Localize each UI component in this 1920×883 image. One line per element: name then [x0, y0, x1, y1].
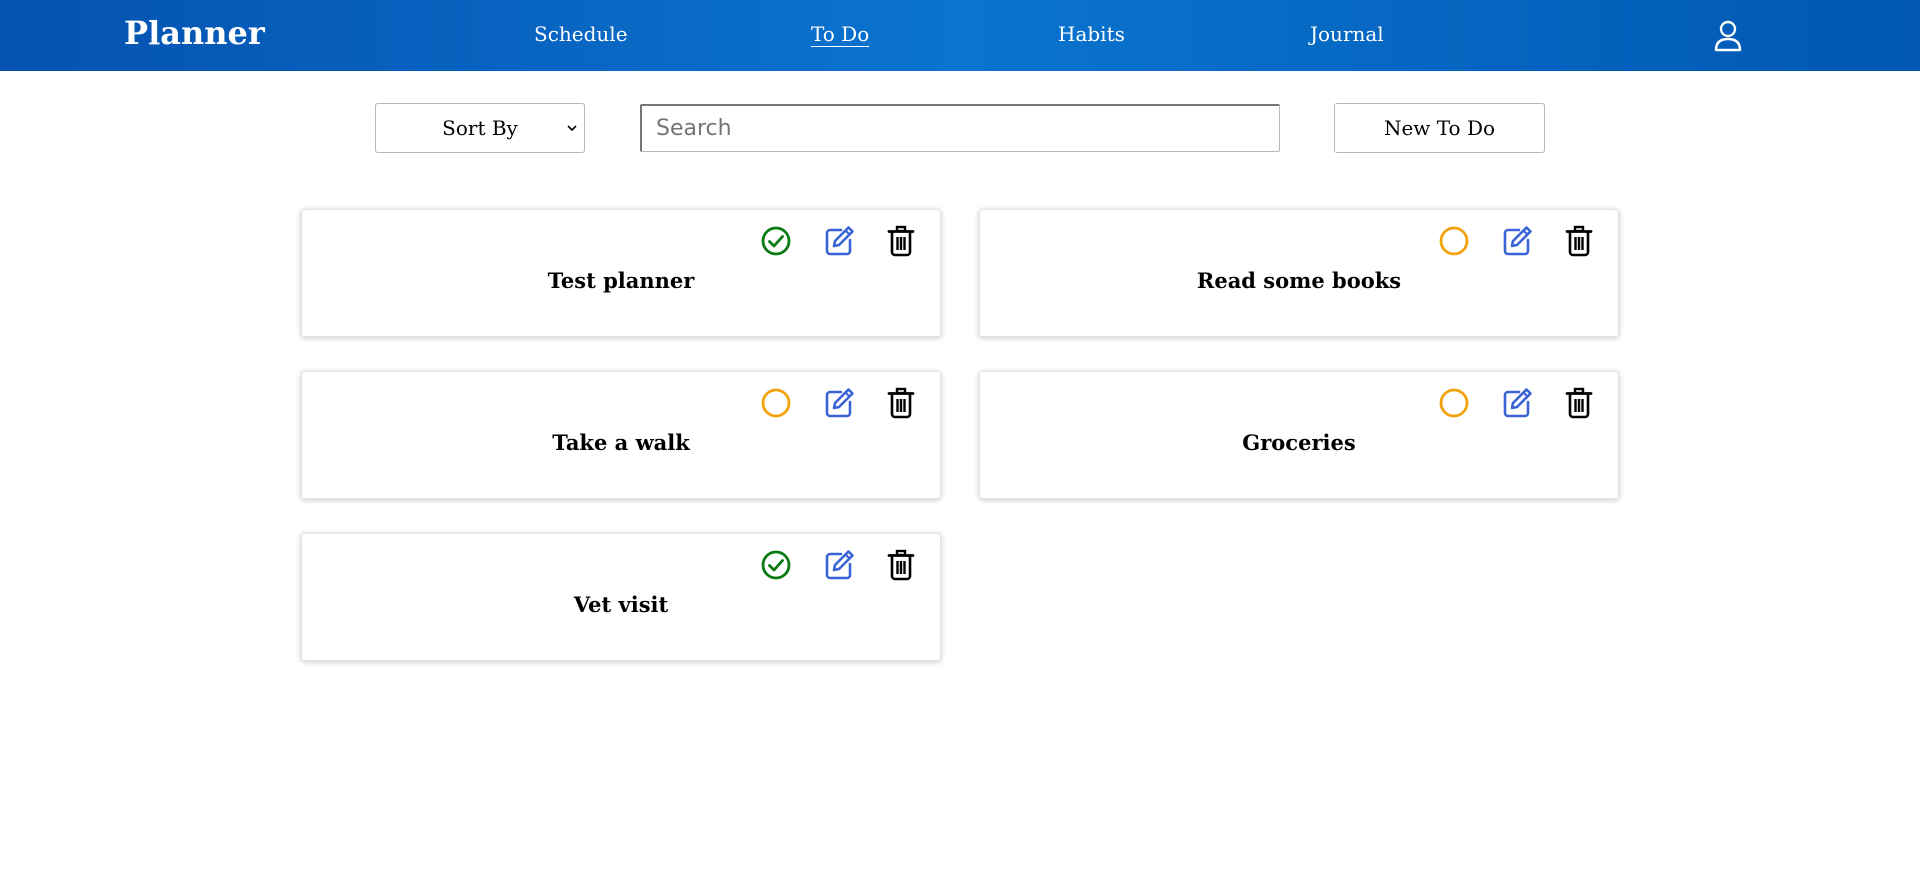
search-input[interactable] — [640, 104, 1280, 152]
nav-todo[interactable]: To Do — [811, 22, 869, 46]
top-navbar: Planner Schedule To Do Habits Journal — [0, 0, 1920, 71]
trash-icon[interactable] — [884, 386, 918, 420]
todo-card[interactable]: Test planner — [301, 209, 941, 337]
todo-card[interactable]: Vet visit — [301, 533, 941, 661]
chevron-down-icon — [567, 125, 577, 132]
todo-card[interactable]: Read some books — [979, 209, 1619, 337]
circle-icon[interactable] — [759, 386, 793, 420]
trash-icon[interactable] — [884, 548, 918, 582]
new-todo-button[interactable]: New To Do — [1334, 103, 1545, 153]
nav-habits[interactable]: Habits — [1058, 22, 1125, 46]
todo-title: Test planner — [547, 268, 695, 293]
check-circle-icon[interactable] — [759, 224, 793, 258]
check-circle-icon[interactable] — [759, 548, 793, 582]
edit-icon[interactable] — [822, 548, 856, 582]
trash-icon[interactable] — [1562, 386, 1596, 420]
todo-title: Groceries — [1242, 430, 1356, 455]
todo-title: Vet visit — [573, 592, 669, 617]
todo-title: Read some books — [1196, 268, 1402, 293]
app-title[interactable]: Planner — [124, 14, 265, 52]
sort-select[interactable]: Sort By — [375, 103, 585, 153]
edit-icon[interactable] — [1500, 224, 1534, 258]
edit-icon[interactable] — [822, 386, 856, 420]
todo-card[interactable]: Groceries — [979, 371, 1619, 499]
nav-journal[interactable]: Journal — [1310, 22, 1384, 46]
todo-card[interactable]: Take a walk — [301, 371, 941, 499]
circle-icon[interactable] — [1437, 224, 1471, 258]
sort-select-label: Sort By — [442, 116, 518, 140]
user-icon[interactable] — [1713, 20, 1743, 52]
circle-icon[interactable] — [1437, 386, 1471, 420]
todo-title: Take a walk — [552, 430, 690, 455]
nav-schedule[interactable]: Schedule — [534, 22, 628, 46]
trash-icon[interactable] — [1562, 224, 1596, 258]
edit-icon[interactable] — [822, 224, 856, 258]
edit-icon[interactable] — [1500, 386, 1534, 420]
trash-icon[interactable] — [884, 224, 918, 258]
